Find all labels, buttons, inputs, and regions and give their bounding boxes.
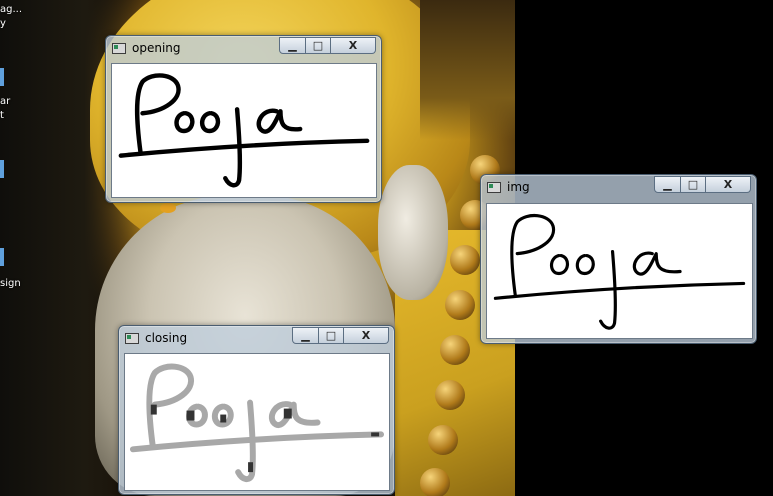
window-title: opening bbox=[132, 41, 181, 55]
wallpaper-ear bbox=[378, 165, 448, 300]
image-canvas bbox=[124, 353, 390, 491]
desktop-icon[interactable] bbox=[0, 160, 4, 178]
title-bar[interactable]: img ▁ □ X bbox=[481, 175, 756, 201]
wallpaper-tilak bbox=[160, 203, 176, 213]
bead bbox=[450, 245, 480, 275]
window-title: img bbox=[507, 180, 530, 194]
desktop-icon-label[interactable]: t bbox=[0, 110, 4, 122]
image-canvas bbox=[111, 63, 377, 198]
minimize-button[interactable]: ▁ bbox=[654, 176, 681, 193]
wallpaper-shadow-right bbox=[420, 0, 515, 140]
app-icon bbox=[487, 182, 501, 193]
minimize-button[interactable]: ▁ bbox=[292, 327, 319, 344]
close-button[interactable]: X bbox=[706, 176, 751, 193]
bead bbox=[435, 380, 465, 410]
desktop-icon[interactable] bbox=[0, 68, 4, 86]
app-icon bbox=[112, 43, 126, 54]
desktop-icon-label[interactable]: ag... bbox=[0, 4, 22, 16]
window-img[interactable]: img ▁ □ X bbox=[480, 174, 757, 344]
window-title: closing bbox=[145, 331, 188, 345]
bead bbox=[428, 425, 458, 455]
desktop-icon-label[interactable]: sign bbox=[0, 278, 21, 290]
signature-image bbox=[129, 363, 385, 483]
maximize-button[interactable]: □ bbox=[306, 37, 331, 54]
window-controls: ▁ □ X bbox=[292, 327, 389, 345]
bead bbox=[440, 335, 470, 365]
title-bar[interactable]: opening ▁ □ X bbox=[106, 36, 381, 62]
maximize-button[interactable]: □ bbox=[319, 327, 344, 344]
window-controls: ▁ □ X bbox=[279, 37, 376, 55]
bead bbox=[420, 468, 450, 496]
window-closing[interactable]: closing ▁ □ X bbox=[118, 325, 395, 495]
close-button[interactable]: X bbox=[331, 37, 376, 54]
maximize-button[interactable]: □ bbox=[681, 176, 706, 193]
minimize-button[interactable]: ▁ bbox=[279, 37, 306, 54]
bead bbox=[445, 290, 475, 320]
window-controls: ▁ □ X bbox=[654, 176, 751, 194]
signature-image bbox=[118, 73, 370, 188]
app-icon bbox=[125, 333, 139, 344]
signature-image bbox=[493, 214, 746, 330]
desktop-icon-label[interactable]: y bbox=[0, 18, 6, 30]
close-button[interactable]: X bbox=[344, 327, 389, 344]
image-canvas bbox=[486, 203, 753, 339]
title-bar[interactable]: closing ▁ □ X bbox=[119, 326, 394, 352]
desktop-icon-label[interactable]: ar bbox=[0, 96, 10, 108]
desktop-icon[interactable] bbox=[0, 248, 4, 266]
window-opening[interactable]: opening ▁ □ X bbox=[105, 35, 382, 203]
